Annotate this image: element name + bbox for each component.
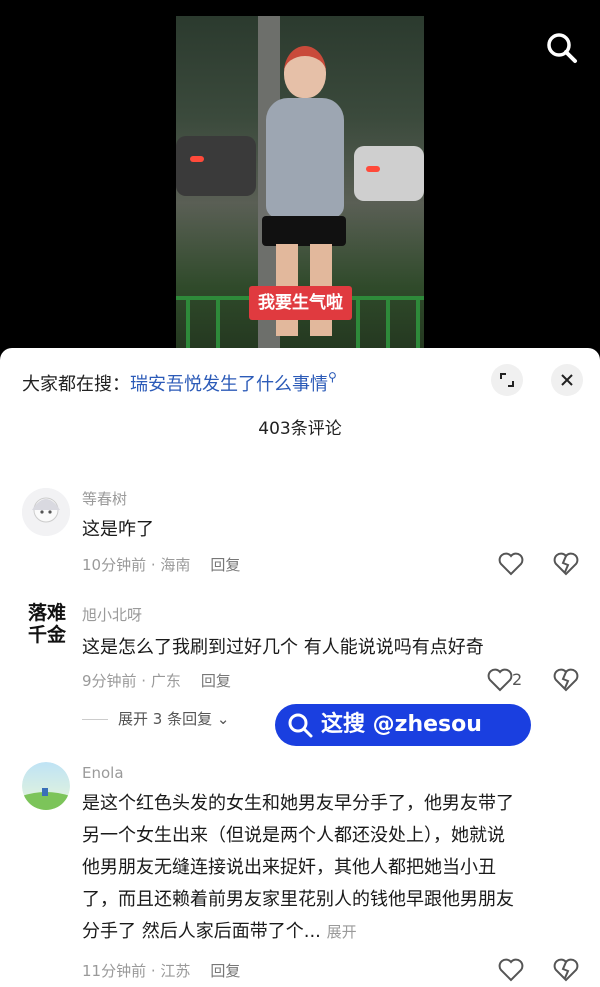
expand-icon[interactable] [491,364,523,396]
car-light [366,166,380,172]
comment-time-location: 9分钟前 · 广东 [82,672,181,690]
comment-meta: 11分钟前 · 江苏 回复 [82,960,240,981]
like-heart-icon[interactable] [498,958,524,982]
background-car [354,146,424,201]
comment-time-location: 11分钟前 · 江苏 [82,962,191,980]
trending-search-link[interactable]: 瑞安吾悦发生了什么事情 [130,374,328,395]
video-caption: 我要生气啦 [249,286,352,320]
comment-text-line: 分手了 然后人家后面带了个... [82,921,321,942]
comment-time-location: 10分钟前 · 海南 [82,556,191,574]
car-light [190,156,204,162]
like-heart-icon[interactable] [498,552,524,576]
comment-text-line: 是这个红色头发的女生和她男友早分手了，他男友带了 [82,793,514,814]
reply-button[interactable]: 回复 [210,962,240,980]
comment-text: 是这个红色头发的女生和她男友早分手了，他男友带了 另一个女生出来（但说是两个人都… [82,788,578,948]
dislike-heart-icon[interactable] [553,958,579,982]
reply-button[interactable]: 回复 [210,556,240,574]
avatar[interactable] [22,762,70,810]
trending-search[interactable]: 大家都在搜：瑞安吾悦发生了什么事情⚲ [22,370,337,396]
comment-meta: 10分钟前 · 海南 回复 [82,554,240,575]
expand-replies-button[interactable]: 展开 3 条回复 ⌄ [82,708,229,729]
trending-search-label: 大家都在搜： [22,374,130,395]
close-icon[interactable] [551,364,583,396]
like-heart-icon[interactable] [487,668,513,692]
video-player[interactable]: 我要生气啦 [0,0,600,360]
comment-text: 这是咋了 [82,519,154,540]
avatar[interactable] [22,488,70,536]
comment-text-line: 他男朋友无缝连接说出来捉奸，其他人都把她当小丑 [82,857,496,878]
search-icon[interactable] [544,30,580,66]
comment-text-line: 另一个女生出来（但说是两个人都还没处上），她就说 [82,825,505,846]
avatar-text: 千金 [27,624,66,646]
comment-username[interactable]: 等春树 [82,488,127,509]
dislike-heart-icon[interactable] [553,668,579,692]
comment-username[interactable]: 旭小北呀 [82,604,142,625]
comment-username[interactable]: Enola [82,764,124,782]
search-small-icon: ⚲ [328,370,337,384]
watermark-text: 这搜 @zhesou [321,712,482,737]
background-car [176,136,256,196]
reply-button[interactable]: 回复 [201,672,231,690]
dislike-heart-icon[interactable] [553,552,579,576]
chevron-down-icon: ⌄ [216,710,230,728]
watermark-badge: 这搜 @zhesou [275,704,531,746]
avatar-text: 落难 [27,602,66,624]
comment-text-line: 了，而且还赖着前男友家里花别人的钱他早跟他男朋友 [82,889,514,910]
comment-text: 这是怎么了我刷到过好几个 有人能说说吗有点好奇 [82,637,484,658]
expand-text-button[interactable]: 展开 [327,923,357,941]
comment-count: 403条评论 [258,419,342,439]
like-count: 2 [512,670,523,689]
comment-meta: 9分钟前 · 广东 回复 [82,670,231,691]
watermark-search-icon [288,713,313,738]
expand-replies-label: 展开 3 条回复 [118,710,213,728]
avatar[interactable]: 落难 千金 [22,602,72,650]
